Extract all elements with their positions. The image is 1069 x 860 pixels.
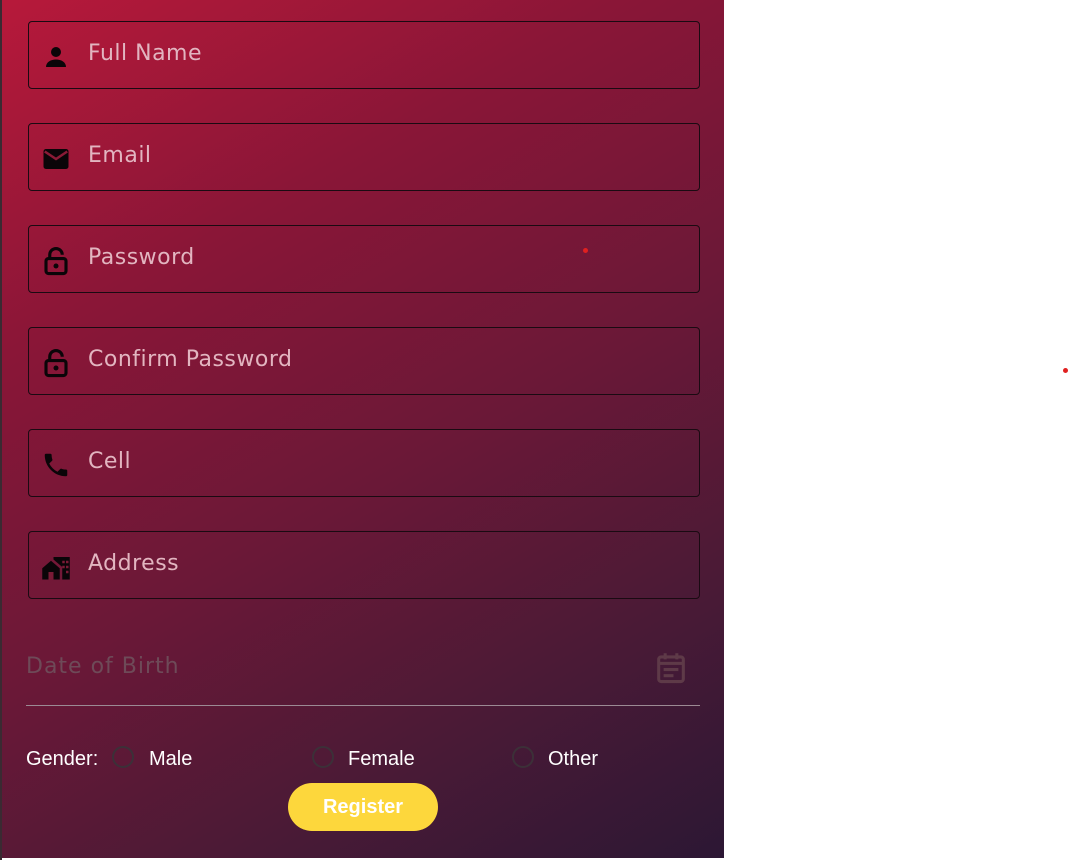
calendar-icon[interactable] bbox=[656, 652, 686, 684]
other-radio[interactable] bbox=[512, 746, 534, 768]
gender-label: Gender: bbox=[26, 748, 99, 770]
registration-panel: Full Name Email Password Confirm Passwor… bbox=[2, 0, 724, 858]
person-icon bbox=[41, 42, 71, 72]
confirm-password-field[interactable]: Confirm Password bbox=[28, 327, 700, 395]
phone-icon bbox=[41, 450, 71, 480]
confirm-password-placeholder: Confirm Password bbox=[88, 347, 293, 372]
female-radio[interactable] bbox=[312, 746, 334, 768]
lock-icon bbox=[41, 246, 71, 276]
cell-field[interactable]: Cell bbox=[28, 429, 700, 497]
cursor-marker bbox=[1063, 368, 1068, 373]
male-label[interactable]: Male bbox=[149, 748, 192, 771]
cell-placeholder: Cell bbox=[88, 449, 132, 474]
email-field[interactable]: Email bbox=[28, 123, 700, 191]
password-placeholder: Password bbox=[88, 245, 195, 270]
register-button[interactable]: Register bbox=[288, 783, 438, 831]
password-field[interactable]: Password bbox=[28, 225, 700, 293]
date-of-birth-placeholder: Date of Birth bbox=[26, 654, 180, 679]
female-label[interactable]: Female bbox=[348, 748, 415, 771]
full-name-placeholder: Full Name bbox=[88, 41, 203, 66]
home-work-icon bbox=[41, 552, 71, 582]
date-of-birth-field[interactable]: Date of Birth bbox=[26, 640, 700, 706]
other-label[interactable]: Other bbox=[548, 748, 598, 771]
address-placeholder: Address bbox=[88, 551, 180, 576]
full-name-field[interactable]: Full Name bbox=[28, 21, 700, 89]
lock-icon bbox=[41, 348, 71, 378]
email-placeholder: Email bbox=[88, 143, 152, 168]
address-field[interactable]: Address bbox=[28, 531, 700, 599]
gender-group: Gender: Male Female Other bbox=[26, 744, 706, 776]
male-radio[interactable] bbox=[112, 746, 134, 768]
email-icon bbox=[41, 144, 71, 174]
cursor-marker bbox=[583, 248, 588, 253]
